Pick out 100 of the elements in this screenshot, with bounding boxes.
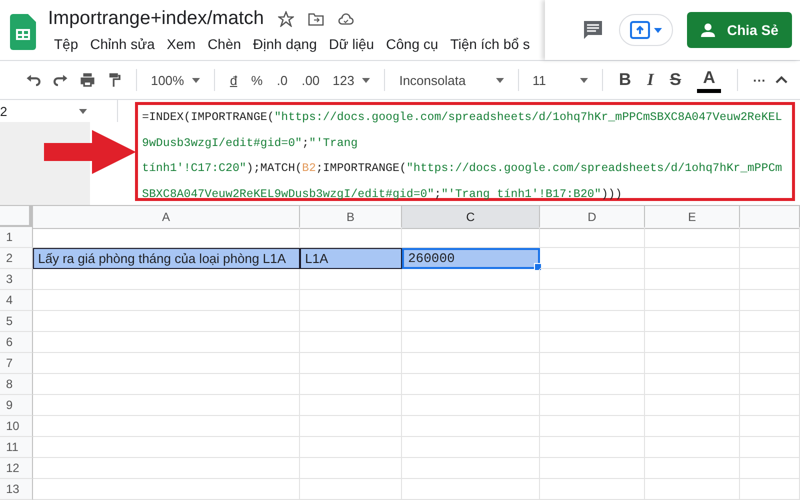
table-cell[interactable] bbox=[740, 437, 800, 458]
row-header[interactable]: 2 bbox=[0, 248, 33, 269]
table-cell[interactable] bbox=[300, 416, 402, 437]
publish-button[interactable] bbox=[619, 14, 673, 46]
table-cell[interactable] bbox=[402, 479, 540, 500]
row-header[interactable]: 8 bbox=[0, 374, 33, 395]
table-cell[interactable] bbox=[33, 395, 300, 416]
table-cell[interactable] bbox=[540, 311, 645, 332]
table-cell[interactable] bbox=[645, 458, 740, 479]
table-cell[interactable] bbox=[402, 395, 540, 416]
menu-item[interactable]: Dữ liệu bbox=[322, 34, 380, 54]
table-cell[interactable] bbox=[33, 479, 300, 500]
table-cell[interactable] bbox=[740, 395, 800, 416]
table-cell[interactable] bbox=[740, 332, 800, 353]
select-all-corner[interactable] bbox=[0, 206, 33, 229]
table-cell[interactable] bbox=[645, 227, 740, 248]
name-box[interactable]: 2 bbox=[0, 104, 8, 118]
table-cell[interactable] bbox=[33, 332, 300, 353]
table-cell[interactable]: Lấy ra giá phòng tháng của loại phòng L1A bbox=[33, 248, 300, 269]
row-header[interactable]: 9 bbox=[0, 395, 33, 416]
table-cell[interactable] bbox=[300, 269, 402, 290]
column-header[interactable]: C bbox=[402, 206, 540, 229]
row-header[interactable]: 6 bbox=[0, 332, 33, 353]
table-cell[interactable] bbox=[645, 479, 740, 500]
table-cell[interactable] bbox=[300, 374, 402, 395]
table-cell[interactable] bbox=[300, 290, 402, 311]
text-color-button[interactable]: A bbox=[689, 68, 730, 92]
row-header[interactable]: 1 bbox=[0, 227, 33, 248]
table-cell[interactable] bbox=[402, 269, 540, 290]
table-cell[interactable] bbox=[645, 290, 740, 311]
menu-item[interactable]: Định dạng bbox=[247, 34, 323, 54]
bold-button[interactable]: B bbox=[610, 70, 640, 90]
menu-item[interactable]: Công cụ bbox=[380, 34, 444, 54]
format-dropdown[interactable]: 123 bbox=[326, 72, 376, 88]
table-cell[interactable] bbox=[300, 437, 402, 458]
column-header[interactable]: D bbox=[540, 206, 645, 229]
cloud-icon[interactable] bbox=[338, 11, 354, 27]
row-header[interactable]: 12 bbox=[0, 458, 33, 479]
table-cell[interactable] bbox=[540, 458, 645, 479]
table-cell[interactable] bbox=[540, 332, 645, 353]
table-cell[interactable] bbox=[402, 458, 540, 479]
table-cell[interactable] bbox=[33, 458, 300, 479]
table-cell[interactable] bbox=[402, 416, 540, 437]
share-button[interactable]: Chia Sẻ bbox=[687, 12, 792, 48]
table-cell[interactable] bbox=[540, 353, 645, 374]
table-cell[interactable] bbox=[645, 269, 740, 290]
table-cell[interactable] bbox=[645, 437, 740, 458]
row-header[interactable]: 13 bbox=[0, 479, 33, 500]
table-cell[interactable] bbox=[645, 416, 740, 437]
fill-handle[interactable] bbox=[534, 263, 542, 271]
table-cell[interactable] bbox=[300, 395, 402, 416]
table-cell[interactable] bbox=[300, 458, 402, 479]
column-header[interactable]: B bbox=[300, 206, 402, 229]
menu-item[interactable]: Chèn bbox=[202, 34, 248, 54]
table-cell[interactable] bbox=[740, 479, 800, 500]
table-cell[interactable] bbox=[300, 332, 402, 353]
comment-icon[interactable] bbox=[581, 18, 605, 42]
table-cell[interactable] bbox=[300, 353, 402, 374]
row-header[interactable]: 7 bbox=[0, 353, 33, 374]
currency-button[interactable]: đ bbox=[222, 72, 244, 88]
table-cell[interactable] bbox=[540, 269, 645, 290]
table-cell[interactable] bbox=[402, 374, 540, 395]
table-cell[interactable] bbox=[740, 353, 800, 374]
row-header[interactable]: 5 bbox=[0, 311, 33, 332]
table-cell[interactable] bbox=[645, 353, 740, 374]
column-header[interactable] bbox=[740, 206, 800, 229]
row-header[interactable]: 4 bbox=[0, 290, 33, 311]
increase-decimals-button[interactable]: .00 bbox=[294, 72, 327, 88]
table-cell[interactable] bbox=[740, 248, 800, 269]
strikethrough-button[interactable]: S bbox=[662, 70, 690, 90]
font-size-dropdown[interactable]: 11 bbox=[526, 72, 594, 88]
table-cell[interactable] bbox=[33, 353, 300, 374]
formula-text[interactable]: =INDEX(IMPORTRANGE("https://docs.google.com/spreadsheets/d/1ohq7hKr_mPPCmSBXC8A047Veuw2ReKEL 9wDusb3wzgI/edit#gid=0";"'Trang tính1'!C17:C20");MATCH(B2;IMPORTRANGE("https://docs.google.com/spreadsheets/d/1ohq7hKr_mPPCm SBXC8A047Veuw2ReKEL9wDusb3wzgI/edit#gid=0";"'Trang tính1'!B17:B20"))) bbox=[135, 102, 795, 201]
table-cell[interactable] bbox=[645, 395, 740, 416]
table-cell[interactable] bbox=[33, 290, 300, 311]
table-cell[interactable] bbox=[740, 416, 800, 437]
table-cell[interactable] bbox=[402, 353, 540, 374]
table-cell[interactable] bbox=[402, 332, 540, 353]
row-header[interactable]: 3 bbox=[0, 269, 33, 290]
table-cell[interactable] bbox=[540, 437, 645, 458]
zoom-dropdown[interactable]: 100% bbox=[144, 72, 206, 88]
table-cell[interactable] bbox=[33, 374, 300, 395]
menu-item[interactable]: Tệp bbox=[48, 34, 84, 54]
sheets-logo-icon[interactable] bbox=[10, 14, 36, 50]
table-cell[interactable] bbox=[33, 311, 300, 332]
table-cell[interactable] bbox=[740, 227, 800, 248]
menu-item[interactable]: Tiện ích bổ s bbox=[444, 34, 536, 54]
print-icon[interactable] bbox=[79, 70, 96, 90]
table-cell[interactable] bbox=[645, 374, 740, 395]
table-cell[interactable] bbox=[540, 290, 645, 311]
document-title[interactable]: Importrange+index/match bbox=[48, 8, 264, 30]
table-cell[interactable] bbox=[540, 227, 645, 248]
star-icon[interactable] bbox=[278, 11, 294, 27]
table-cell[interactable] bbox=[645, 332, 740, 353]
table-cell[interactable] bbox=[740, 311, 800, 332]
column-header[interactable]: E bbox=[645, 206, 740, 229]
folder-icon[interactable] bbox=[308, 11, 324, 27]
table-cell[interactable] bbox=[740, 458, 800, 479]
table-cell[interactable] bbox=[540, 416, 645, 437]
table-cell[interactable] bbox=[740, 290, 800, 311]
